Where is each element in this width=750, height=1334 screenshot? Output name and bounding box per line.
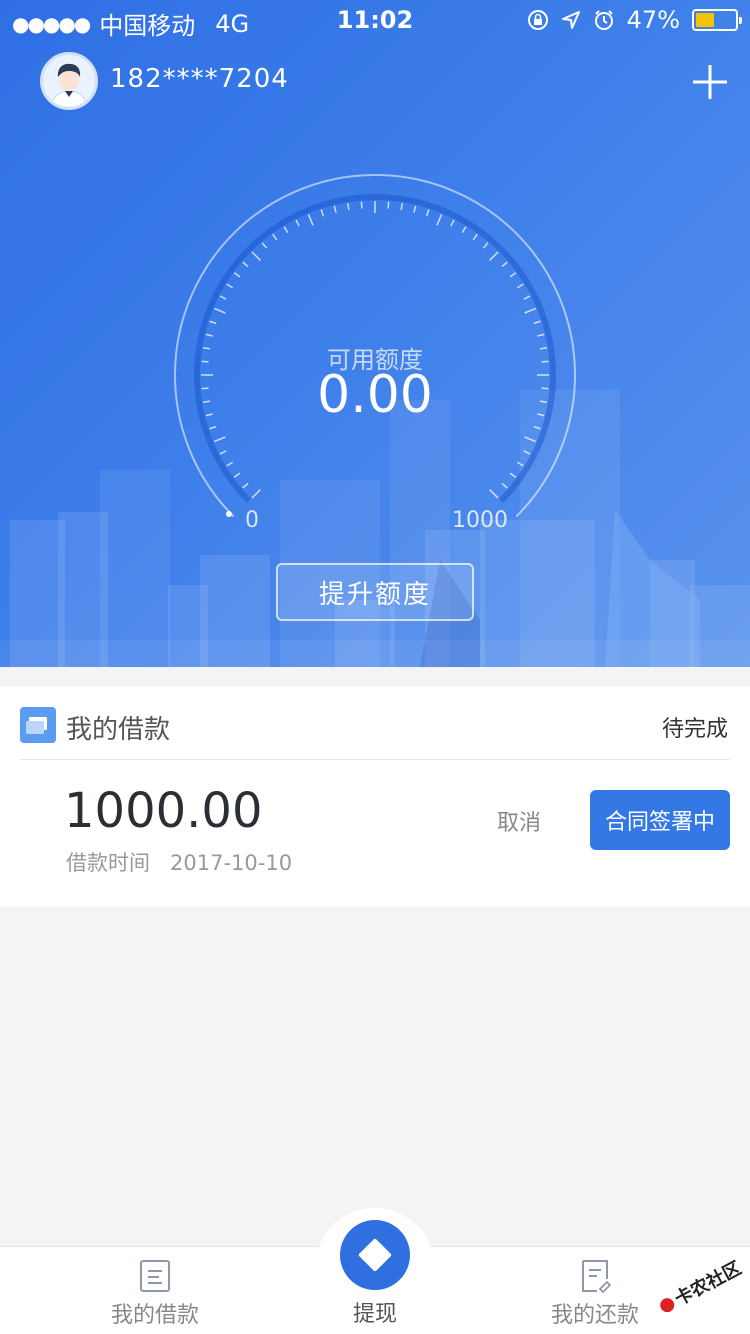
repayment-document-icon bbox=[582, 1260, 611, 1293]
gauge-tick bbox=[489, 489, 499, 499]
diamond-icon bbox=[358, 1238, 392, 1272]
gauge-tick bbox=[450, 219, 455, 227]
gauge-tick bbox=[523, 295, 531, 300]
gauge-tick bbox=[516, 461, 524, 467]
tab-my-loans[interactable]: 我的借款 bbox=[75, 1259, 235, 1329]
gauge-tick bbox=[524, 436, 537, 443]
gauge-tick bbox=[242, 261, 249, 268]
tab-withdraw-label: 提现 bbox=[352, 1302, 397, 1327]
gauge-tick bbox=[413, 205, 417, 213]
loan-date-label: 借款时间 bbox=[66, 851, 150, 875]
watermark-logo: 卡农社区 bbox=[660, 1257, 745, 1312]
loan-date-value: 2017-10-10 bbox=[170, 851, 293, 875]
contract-signing-button[interactable]: 合同签署中 bbox=[590, 790, 730, 850]
gauge-tick bbox=[425, 209, 430, 217]
gauge-tick bbox=[307, 213, 314, 226]
gauge-tick bbox=[400, 203, 403, 211]
gauge-min-label: 0 bbox=[245, 508, 259, 533]
gauge-tick bbox=[472, 233, 478, 241]
withdraw-button[interactable] bbox=[340, 1220, 410, 1290]
svg-text:卡农社区: 卡农社区 bbox=[671, 1257, 745, 1310]
gauge-tick bbox=[283, 226, 289, 234]
gauge-tick bbox=[489, 251, 499, 261]
gauge-tick bbox=[436, 213, 443, 226]
hero-section: ●●●●● 中国移动 4G 11:02 47% 182****7204 可用额度… bbox=[0, 0, 750, 667]
gauge-tick bbox=[501, 482, 508, 489]
loan-date: 借款时间 2017-10-10 bbox=[66, 847, 292, 877]
gauge-tick bbox=[516, 283, 524, 289]
loan-card: 我的借款 待完成 1000.00 借款时间 2017-10-10 取消 合同签署… bbox=[0, 687, 750, 907]
gauge-tick bbox=[251, 251, 261, 261]
gauge-tick bbox=[251, 489, 261, 499]
gauge-tick bbox=[226, 461, 234, 467]
document-icon bbox=[140, 1260, 170, 1292]
gauge-tick bbox=[209, 320, 217, 325]
cancel-loan-button[interactable]: 取消 bbox=[484, 805, 554, 837]
gauge-tick bbox=[533, 320, 541, 325]
gauge-tick bbox=[242, 482, 249, 489]
gauge-tick bbox=[533, 425, 541, 430]
raise-credit-button[interactable]: 提升额度 bbox=[276, 563, 474, 621]
gauge-tick bbox=[482, 242, 489, 249]
gauge-max-label: 1000 bbox=[452, 508, 508, 533]
gauge-tick bbox=[219, 450, 227, 455]
gauge-tick bbox=[523, 450, 531, 455]
gauge-tick bbox=[205, 333, 213, 337]
gauge-tick bbox=[461, 226, 467, 234]
available-credit-value: 0.00 bbox=[317, 365, 433, 425]
gauge-tick bbox=[501, 261, 508, 268]
divider bbox=[20, 759, 730, 760]
gauge-tick bbox=[509, 272, 517, 278]
gauge-tick bbox=[219, 295, 227, 300]
gauge-tick bbox=[213, 307, 226, 314]
gauge-tick bbox=[226, 283, 234, 289]
gauge-tick bbox=[209, 425, 217, 430]
loan-card-icon bbox=[20, 707, 56, 743]
gauge-tick bbox=[261, 242, 268, 249]
gauge-tick bbox=[213, 436, 226, 443]
gauge-tick bbox=[387, 201, 390, 209]
gauge-tick bbox=[537, 333, 545, 337]
gauge-tick bbox=[233, 472, 241, 478]
gauge-tick bbox=[320, 209, 325, 217]
loan-status: 待完成 bbox=[661, 717, 728, 742]
gauge-tick bbox=[272, 233, 278, 241]
gauge-tick bbox=[347, 203, 350, 211]
gauge-tick bbox=[524, 307, 537, 314]
tab-my-repayment-label: 我的还款 bbox=[550, 1303, 639, 1328]
gauge-tick bbox=[295, 219, 300, 227]
tab-my-loans-label: 我的借款 bbox=[110, 1303, 199, 1328]
gauge-tick bbox=[509, 472, 517, 478]
loan-section-title: 我的借款 bbox=[66, 715, 171, 745]
gauge-tick bbox=[360, 201, 363, 209]
loan-amount: 1000.00 bbox=[64, 783, 263, 839]
gauge-tick bbox=[333, 205, 337, 213]
gauge-tick bbox=[233, 272, 241, 278]
